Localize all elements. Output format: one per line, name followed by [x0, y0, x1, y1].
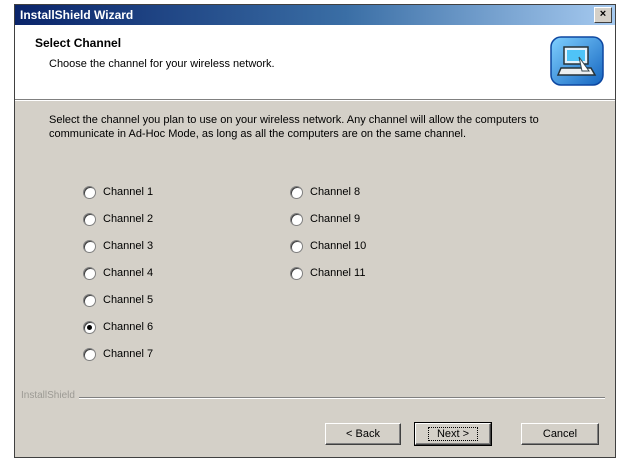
radio-button-selected-icon[interactable] — [83, 320, 96, 334]
radio-channel-3[interactable]: Channel 3 — [83, 238, 153, 254]
radio-channel-9[interactable]: Channel 9 — [290, 211, 360, 227]
radio-label: Channel 11 — [310, 267, 366, 279]
footer-divider — [21, 397, 605, 399]
page-subtitle: Choose the channel for your wireless net… — [49, 58, 275, 70]
radio-button-icon[interactable] — [83, 266, 96, 280]
footer-brand-line: InstallShield — [21, 390, 605, 404]
close-button[interactable]: × — [594, 7, 612, 23]
radio-button-icon[interactable] — [83, 293, 96, 307]
cancel-button[interactable]: Cancel — [521, 423, 599, 445]
page-title: Select Channel — [35, 36, 122, 50]
radio-channel-7[interactable]: Channel 7 — [83, 346, 153, 362]
radio-channel-11[interactable]: Channel 11 — [290, 265, 365, 281]
next-button-label: Next > — [427, 427, 479, 441]
radio-button-icon[interactable] — [290, 185, 303, 199]
radio-label: Channel 2 — [103, 213, 154, 225]
radio-label: Channel 4 — [103, 267, 154, 279]
radio-label: Channel 6 — [103, 321, 154, 333]
radio-button-icon[interactable] — [83, 347, 96, 361]
wizard-header: Select Channel Choose the channel for yo… — [15, 25, 615, 100]
installshield-wizard-window: InstallShield Wizard × Select Channel Ch… — [14, 4, 616, 458]
radio-channel-2[interactable]: Channel 2 — [83, 211, 153, 227]
radio-button-icon[interactable] — [290, 212, 303, 226]
back-button-label: < Back — [346, 428, 380, 440]
radio-channel-10[interactable]: Channel 10 — [290, 238, 366, 254]
cancel-button-label: Cancel — [542, 428, 578, 440]
close-icon: × — [599, 8, 607, 20]
radio-button-icon[interactable] — [83, 239, 96, 253]
radio-label: Channel 9 — [310, 213, 361, 225]
title-bar[interactable]: InstallShield Wizard × — [15, 5, 615, 25]
radio-channel-1[interactable]: Channel 1 — [83, 184, 153, 200]
radio-label: Channel 3 — [103, 240, 154, 252]
radio-label: Channel 10 — [310, 240, 367, 252]
radio-label: Channel 1 — [103, 186, 154, 198]
radio-label: Channel 5 — [103, 294, 154, 306]
radio-channel-5[interactable]: Channel 5 — [83, 292, 153, 308]
installer-computer-icon — [549, 35, 605, 87]
window-title: InstallShield Wizard — [20, 8, 134, 22]
radio-label: Channel 8 — [310, 186, 361, 198]
radio-button-icon[interactable] — [290, 266, 303, 280]
next-button[interactable]: Next > — [414, 422, 492, 446]
installshield-brand: InstallShield — [21, 390, 79, 401]
back-button[interactable]: < Back — [325, 423, 401, 445]
radio-button-icon[interactable] — [290, 239, 303, 253]
instructions-text: Select the channel you plan to use on yo… — [49, 114, 539, 140]
radio-button-icon[interactable] — [83, 185, 96, 199]
radio-channel-8[interactable]: Channel 8 — [290, 184, 360, 200]
radio-channel-4[interactable]: Channel 4 — [83, 265, 153, 281]
header-divider — [15, 100, 615, 101]
radio-button-icon[interactable] — [83, 212, 96, 226]
radio-channel-6[interactable]: Channel 6 — [83, 319, 153, 335]
radio-label: Channel 7 — [103, 348, 154, 360]
